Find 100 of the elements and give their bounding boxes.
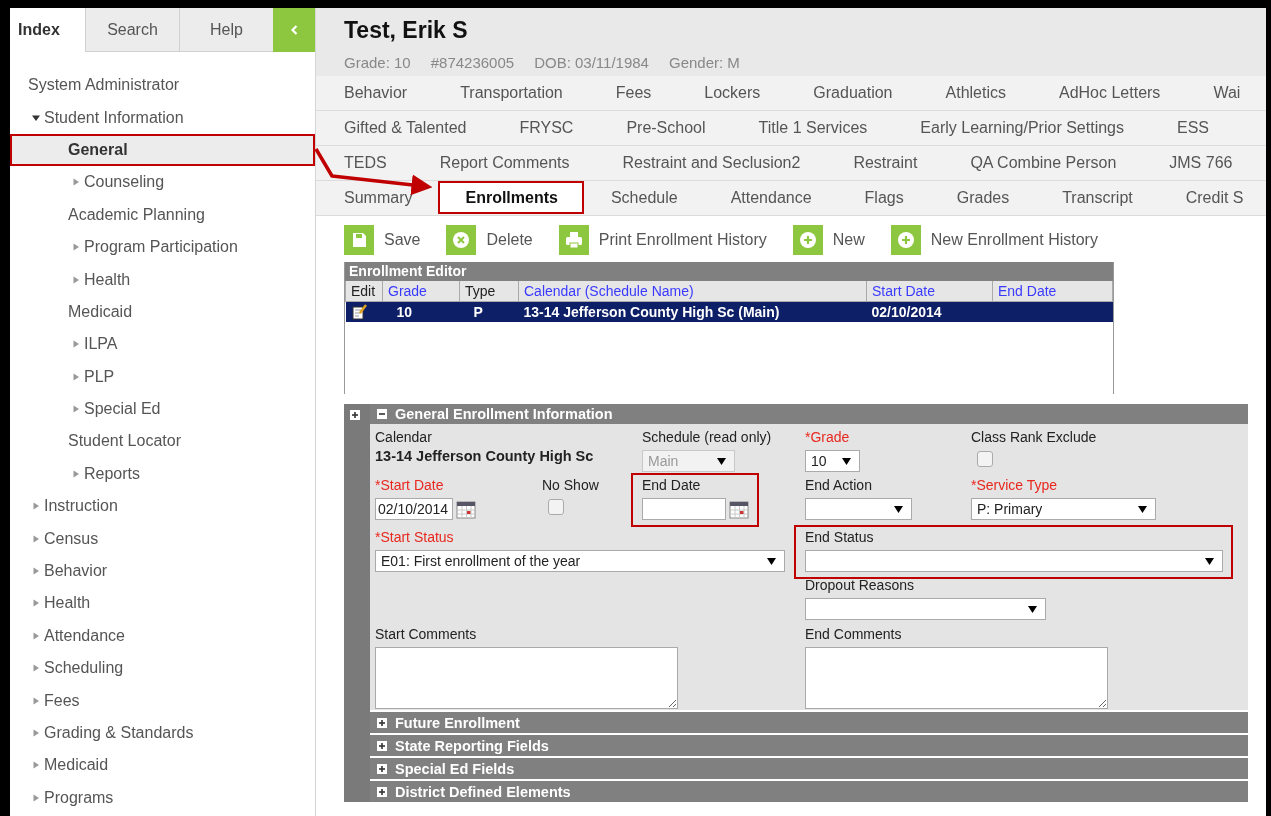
tree-item[interactable]: Student Locator bbox=[10, 425, 315, 458]
expand-icon[interactable] bbox=[377, 717, 387, 728]
tree-item[interactable]: Counseling bbox=[10, 166, 315, 199]
dropdown-arrow-icon bbox=[717, 457, 726, 465]
student-name: Test, Erik S bbox=[344, 16, 469, 44]
toolbar-button[interactable]: Save bbox=[344, 225, 421, 255]
tab[interactable]: Restraint bbox=[826, 146, 944, 179]
date-field[interactable]: 02/10/2014 bbox=[375, 498, 453, 520]
tab[interactable]: Fees bbox=[588, 76, 678, 109]
tab[interactable]: Gifted & Talented bbox=[316, 111, 493, 144]
tab[interactable]: Transportation bbox=[433, 76, 589, 109]
field-label: No Show bbox=[542, 477, 599, 493]
tree-item[interactable]: Fees bbox=[10, 684, 315, 717]
dropdown-arrow-icon bbox=[894, 505, 903, 513]
column-header[interactable]: End Date bbox=[992, 281, 1113, 302]
toolbar-button[interactable]: Print Enrollment History bbox=[558, 225, 767, 255]
tree-item[interactable]: Census bbox=[10, 522, 315, 555]
expand-icon[interactable] bbox=[350, 410, 360, 420]
tab[interactable]: Lockers bbox=[677, 76, 787, 109]
comment-field[interactable] bbox=[805, 647, 1108, 709]
column-header[interactable]: Grade bbox=[382, 281, 460, 302]
tab[interactable]: AdHoc Letters bbox=[1032, 76, 1187, 109]
tab[interactable]: Enrollments bbox=[438, 181, 584, 214]
tab[interactable]: Pre-School bbox=[599, 111, 732, 144]
tree-item[interactable]: Grading & Standards bbox=[10, 716, 315, 750]
tab[interactable]: Report Comments bbox=[412, 146, 596, 179]
field-label: End Date bbox=[642, 477, 702, 493]
student-detail: DOB: 03/11/1984 bbox=[534, 54, 649, 71]
tab[interactable]: Early Learning/Prior Settings bbox=[893, 111, 1150, 144]
tab[interactable]: Grades bbox=[929, 181, 1036, 214]
tree-item[interactable]: Health bbox=[10, 263, 315, 296]
tab[interactable]: Summary bbox=[316, 181, 439, 214]
tab[interactable]: Restraint and Seclusion2 bbox=[595, 146, 827, 179]
tree-item[interactable]: Programs bbox=[10, 781, 315, 814]
tree-item[interactable]: Instruction bbox=[10, 490, 315, 523]
field-label: Schedule (read only) bbox=[642, 429, 772, 445]
tab[interactable]: Flags bbox=[837, 181, 930, 214]
tree-item[interactable]: PLP bbox=[10, 360, 315, 393]
comment-field[interactable] bbox=[375, 647, 678, 709]
toolbar-button[interactable]: New Enrollment History bbox=[890, 225, 1098, 255]
toolbar-button[interactable]: Delete bbox=[446, 225, 533, 255]
tree-item[interactable]: Behavior bbox=[10, 554, 315, 588]
tree-item[interactable]: Health bbox=[10, 587, 315, 620]
tree-item[interactable]: Academic Planning bbox=[10, 198, 315, 231]
tab[interactable]: Athletics bbox=[918, 76, 1032, 109]
dropdown[interactable]: P: Primary bbox=[971, 498, 1156, 520]
edit-note-icon[interactable] bbox=[350, 304, 367, 320]
tab[interactable]: Title 1 Services bbox=[731, 111, 894, 144]
tab[interactable]: Graduation bbox=[786, 76, 919, 109]
tab[interactable]: Transcript bbox=[1035, 181, 1159, 214]
collapse-icon[interactable] bbox=[377, 409, 387, 419]
tab[interactable]: Behavior bbox=[316, 76, 434, 109]
tab[interactable]: Wai bbox=[1186, 76, 1266, 109]
column-header: Type bbox=[459, 281, 519, 302]
toolbar-button[interactable]: New bbox=[792, 225, 865, 255]
checkbox[interactable] bbox=[548, 499, 564, 515]
field-label: *Start Status bbox=[375, 529, 455, 545]
tab[interactable]: Credit S bbox=[1158, 181, 1266, 214]
tab[interactable]: Attendance bbox=[703, 181, 838, 214]
field-label: *Start Date bbox=[375, 477, 445, 493]
date-field[interactable] bbox=[642, 498, 726, 520]
tree-item[interactable]: System Administrator bbox=[10, 69, 315, 102]
section-header[interactable]: District Defined Elements bbox=[370, 781, 1248, 802]
column-header[interactable]: Start Date bbox=[866, 281, 993, 302]
tree-item[interactable]: Student Information bbox=[10, 101, 315, 134]
tree-item[interactable]: Program Participation bbox=[10, 230, 315, 264]
field-label: Start Comments bbox=[375, 626, 478, 642]
tree-item[interactable]: Special Ed bbox=[10, 392, 315, 426]
sidebar-tab[interactable]: Help bbox=[179, 8, 273, 52]
expand-icon[interactable] bbox=[377, 740, 387, 751]
field-value: 13-14 Jefferson County High Sc bbox=[375, 448, 594, 464]
calendar-icon[interactable] bbox=[456, 501, 476, 519]
sidebar-tab[interactable]: Search bbox=[85, 8, 179, 52]
tree-item[interactable]: ILPA bbox=[10, 328, 315, 361]
tab[interactable]: Schedule bbox=[583, 181, 704, 214]
tab[interactable]: TEDS bbox=[316, 146, 413, 179]
section-header[interactable]: State Reporting Fields bbox=[370, 735, 1248, 756]
section-header[interactable]: Special Ed Fields bbox=[370, 758, 1248, 779]
field-label: End Comments bbox=[805, 626, 903, 642]
tree-item[interactable]: Attendance bbox=[10, 619, 315, 653]
dropdown[interactable]: E01: First enrollment of the year bbox=[375, 550, 785, 572]
dropdown[interactable]: 10 bbox=[805, 450, 860, 472]
column-header[interactable]: Calendar (Schedule Name) bbox=[518, 281, 867, 302]
tree-item[interactable]: Medicaid bbox=[10, 749, 315, 782]
tree-item[interactable]: Scheduling bbox=[10, 652, 315, 685]
section-header[interactable]: General Enrollment Information bbox=[370, 404, 1248, 424]
checkbox[interactable] bbox=[977, 451, 993, 467]
tree-item[interactable]: Medicaid bbox=[10, 295, 315, 329]
tab[interactable]: JMS 766 bbox=[1142, 146, 1259, 179]
tab[interactable]: QA Combine Person bbox=[943, 146, 1143, 179]
calendar-icon[interactable] bbox=[729, 501, 749, 519]
tree-item[interactable]: Reports bbox=[10, 457, 315, 491]
tree-item[interactable]: General bbox=[10, 133, 315, 167]
section-header[interactable]: Future Enrollment bbox=[370, 712, 1248, 733]
expand-icon[interactable] bbox=[377, 786, 387, 797]
tab[interactable]: FRYSC bbox=[492, 111, 600, 144]
table-cell: 13-14 Jefferson County High Sc (Main) bbox=[518, 301, 867, 322]
expand-icon[interactable] bbox=[377, 763, 387, 774]
table-row[interactable]: 10 P 13-14 Jefferson County High Sc (Main) 02/10/2014 bbox=[345, 301, 1113, 322]
tab[interactable]: ESS bbox=[1150, 111, 1235, 144]
